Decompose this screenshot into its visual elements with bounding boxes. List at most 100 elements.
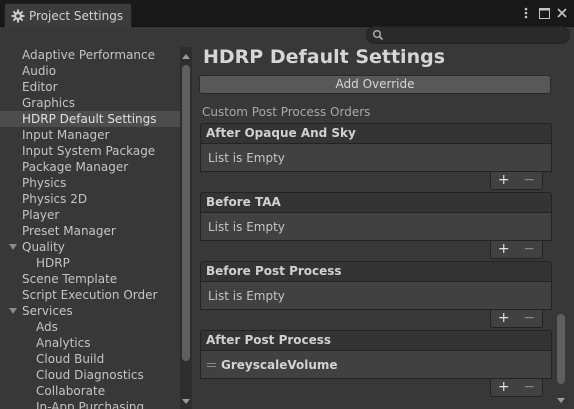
scroll-down-icon[interactable] [557, 398, 565, 403]
add-item-button[interactable]: + [491, 241, 517, 258]
gear-icon [11, 9, 25, 23]
sidebar-item-hdrp[interactable]: HDRP [0, 255, 180, 271]
sidebar-item-label: Package Manager [22, 160, 129, 174]
list-footer-buttons: + − [490, 172, 543, 190]
list-header: Before Post Process [200, 261, 552, 282]
main-scroll-thumb[interactable] [557, 314, 565, 384]
list-header: After Opaque And Sky [200, 123, 552, 144]
maximize-icon[interactable] [538, 6, 550, 20]
sidebar-item-player[interactable]: Player [0, 207, 180, 223]
sidebar-item-package-manager[interactable]: Package Manager [0, 159, 180, 175]
sidebar-item-preset-manager[interactable]: Preset Manager [0, 223, 180, 239]
sidebar-scrollbar[interactable] [180, 47, 192, 409]
sidebar: Adaptive Performance Audio Editor Graphics H… [0, 47, 192, 409]
expand-arrow-icon[interactable] [9, 308, 17, 314]
sidebar-item-input-manager[interactable]: Input Manager [0, 127, 180, 143]
sidebar-item-cloud-build[interactable]: Cloud Build [0, 351, 180, 367]
sidebar-item-physics[interactable]: Physics [0, 175, 180, 191]
sidebar-item-label: Services [22, 304, 73, 318]
sidebar-item-editor[interactable]: Editor [0, 79, 180, 95]
sidebar-item-hdrp-default-settings[interactable]: HDRP Default Settings [0, 111, 180, 127]
sidebar-item-ads[interactable]: Ads [0, 319, 180, 335]
sidebar-list: Adaptive Performance Audio Editor Graphics H… [0, 47, 180, 409]
sidebar-item-services[interactable]: Services [0, 303, 180, 319]
scroll-down-icon[interactable] [182, 399, 190, 404]
sidebar-item-label: Ads [36, 320, 58, 334]
reorderable-list: Before Post Process List is Empty + − [200, 261, 552, 328]
sidebar-item-label: HDRP Default Settings [22, 112, 157, 126]
sidebar-item-physics-2d[interactable]: Physics 2D [0, 191, 180, 207]
search-icon [372, 29, 384, 41]
add-override-button[interactable]: Add Override [199, 75, 551, 94]
list-footer-buttons: + − [490, 379, 543, 397]
sidebar-item-label: Input Manager [22, 128, 110, 142]
sidebar-item-label: Collaborate [36, 384, 106, 398]
sidebar-item-analytics[interactable]: Analytics [0, 335, 180, 351]
sidebar-item-label: Cloud Diagnostics [36, 368, 144, 382]
add-item-button[interactable]: + [491, 310, 517, 327]
list-item-label: GreyscaleVolume [221, 358, 338, 372]
sidebar-item-graphics[interactable]: Graphics [0, 95, 180, 111]
list-footer: + − [200, 310, 552, 328]
sidebar-item-label: Scene Template [22, 272, 118, 286]
sidebar-item-input-system-package[interactable]: Input System Package [0, 143, 180, 159]
reorderable-list: Before TAA List is Empty + − [200, 192, 552, 259]
sidebar-item-label: Script Execution Order [22, 288, 158, 302]
sidebar-item-label: Adaptive Performance [22, 48, 155, 62]
more-icon[interactable] [520, 6, 532, 20]
sidebar-item-label: Player [22, 208, 60, 222]
sidebar-item-label: Physics 2D [22, 192, 88, 206]
sidebar-item-label: HDRP [36, 256, 70, 270]
scroll-up-icon[interactable] [182, 54, 190, 59]
list-empty-text: List is Empty [200, 282, 552, 310]
sidebar-item-quality[interactable]: Quality [0, 239, 180, 255]
reorderable-list: After Post Process GreyscaleVolume + − [200, 330, 552, 397]
list-footer-buttons: + − [490, 241, 543, 259]
remove-item-button[interactable]: − [517, 379, 543, 396]
sidebar-item-label: In-App Purchasing [36, 400, 145, 409]
search-input[interactable] [366, 26, 570, 44]
sidebar-item-label: Editor [22, 80, 58, 94]
list-empty-text: List is Empty [200, 213, 552, 241]
remove-item-button[interactable]: − [517, 241, 543, 258]
sidebar-item-label: Audio [22, 64, 57, 78]
add-item-button[interactable]: + [491, 379, 517, 396]
sidebar-item-label: Cloud Build [36, 352, 105, 366]
list-footer: + − [200, 379, 552, 397]
sidebar-item-audio[interactable]: Audio [0, 63, 180, 79]
main-panel: HDRP Default Settings Add Override Custo… [193, 44, 574, 409]
sidebar-item-label: Quality [22, 240, 65, 254]
remove-item-button[interactable]: − [517, 172, 543, 189]
expand-arrow-icon[interactable] [9, 244, 17, 250]
remove-item-button[interactable]: − [517, 310, 543, 327]
window-tab-bar: Project Settings [0, 0, 574, 27]
section-label: Custom Post Process Orders [202, 105, 371, 119]
sidebar-item-in-app-purchasing[interactable]: In-App Purchasing [0, 399, 180, 409]
window-controls [520, 6, 568, 20]
drag-handle-icon[interactable] [207, 363, 216, 367]
sidebar-item-label: Physics [22, 176, 67, 190]
list-empty-text: List is Empty [200, 144, 552, 172]
sidebar-item-collaborate[interactable]: Collaborate [0, 383, 180, 399]
main-scrollbar[interactable] [555, 44, 567, 409]
list-footer: + − [200, 241, 552, 259]
sidebar-item-label: Input System Package [22, 144, 156, 158]
tab-title: Project Settings [29, 8, 124, 23]
sidebar-item-adaptive-performance[interactable]: Adaptive Performance [0, 47, 180, 63]
page-title: HDRP Default Settings [203, 46, 446, 68]
sidebar-scroll-thumb[interactable] [182, 65, 190, 361]
sidebar-item-label: Graphics [22, 96, 75, 110]
sidebar-item-scene-template[interactable]: Scene Template [0, 271, 180, 287]
reorderable-list: After Opaque And Sky List is Empty + − [200, 123, 552, 190]
sidebar-item-label: Preset Manager [22, 224, 116, 238]
list-item[interactable]: GreyscaleVolume [200, 351, 552, 379]
sidebar-item-label: Analytics [36, 336, 91, 350]
sidebar-item-script-execution-order[interactable]: Script Execution Order [0, 287, 180, 303]
close-icon[interactable] [556, 6, 568, 20]
list-footer: + − [200, 172, 552, 190]
tab-project-settings[interactable]: Project Settings [4, 3, 132, 27]
list-header: Before TAA [200, 192, 552, 213]
add-item-button[interactable]: + [491, 172, 517, 189]
sidebar-item-cloud-diagnostics[interactable]: Cloud Diagnostics [0, 367, 180, 383]
list-footer-buttons: + − [490, 310, 543, 328]
